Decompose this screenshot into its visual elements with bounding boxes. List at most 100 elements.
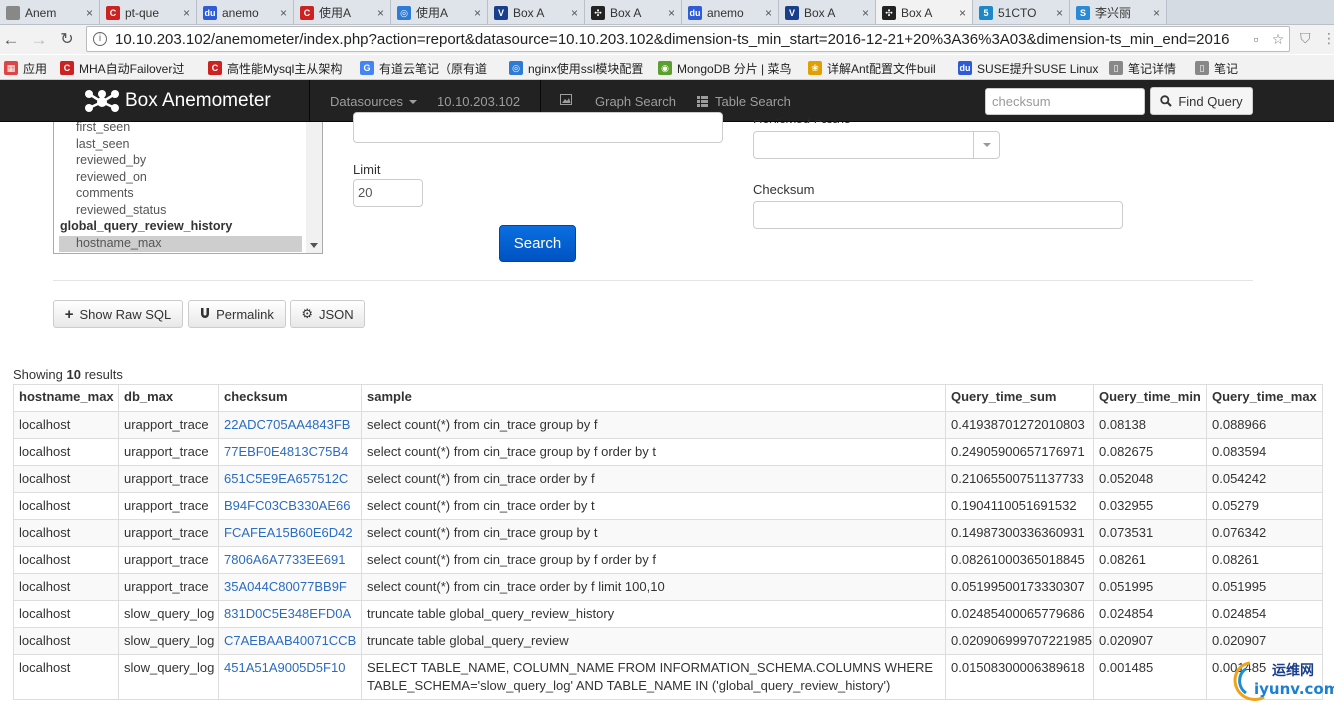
address-bar[interactable]: i 10.10.203.102/anemometer/index.php?act… <box>86 26 1290 52</box>
table-row: localhost slow_query_log C7AEBAAB40071CCB t… <box>13 627 1323 655</box>
close-icon[interactable]: × <box>377 6 384 20</box>
bookmark-item[interactable]: ◎ nginx使用ssl模块配置 <box>509 59 643 77</box>
page-icon[interactable]: ▫ <box>1245 31 1267 47</box>
listbox-scrollbar[interactable] <box>306 122 322 253</box>
list-icon <box>697 96 708 107</box>
browser-tab[interactable]: du anemo × <box>197 0 294 24</box>
close-icon[interactable]: × <box>183 6 190 20</box>
dimensions-listbox[interactable]: first_seen last_seen reviewed_by reviewed_o… <box>53 122 323 254</box>
checksum-link[interactable]: B94FC03CB330AE66 <box>224 498 350 513</box>
table-cell: select count(*) from cin_trace group by … <box>361 546 946 574</box>
show-raw-sql-button[interactable]: + Show Raw SQL <box>53 300 183 328</box>
close-icon[interactable]: × <box>1056 6 1063 20</box>
close-icon[interactable]: × <box>280 6 287 20</box>
checksum-link[interactable]: 22ADC705AA4843FB <box>224 417 350 432</box>
search-button[interactable]: Search <box>499 225 576 262</box>
browser-tab[interactable]: Anem × <box>0 0 100 24</box>
column-header[interactable]: sample <box>361 384 946 412</box>
scroll-down-icon[interactable] <box>310 243 318 248</box>
host-label[interactable]: 10.10.203.102 <box>437 94 520 109</box>
back-icon[interactable]: ← <box>0 29 22 51</box>
close-icon[interactable]: × <box>474 6 481 20</box>
browser-tab[interactable]: V Box A × <box>779 0 876 24</box>
close-icon[interactable]: × <box>1153 6 1160 20</box>
column-header[interactable]: Query_time_min <box>1093 384 1207 412</box>
browser-tab[interactable]: ✣ Box A × <box>876 0 973 24</box>
table-search-link[interactable]: Table Search <box>697 94 791 109</box>
column-header[interactable]: Query_time_sum <box>945 384 1094 412</box>
column-header[interactable]: hostname_max <box>13 384 119 412</box>
checksum-search-input[interactable]: checksum <box>985 88 1145 115</box>
column-header[interactable]: Query_time_max <box>1206 384 1323 412</box>
bookmark-item[interactable]: C 高性能Mysql主从架构 <box>208 59 342 77</box>
browser-tab[interactable]: C 使用A × <box>294 0 391 24</box>
table-cell: 0.032955 <box>1093 492 1207 520</box>
browser-tab[interactable]: ◎ 使用A × <box>391 0 488 24</box>
limit-input[interactable]: 20 <box>353 179 423 207</box>
address-url[interactable]: 10.10.203.102/anemometer/index.php?actio… <box>115 31 1245 48</box>
shield-icon[interactable]: ⛉ <box>1300 30 1311 47</box>
bookmark-item[interactable]: ◉ MongoDB 分片 | 菜鸟 <box>658 59 791 77</box>
picture-icon[interactable] <box>560 94 572 105</box>
listbox-option[interactable]: comments <box>76 186 134 200</box>
permalink-button[interactable]: Permalink <box>188 300 286 328</box>
browser-tab[interactable]: V Box A × <box>488 0 585 24</box>
listbox-option-selected[interactable]: hostname_max <box>76 236 161 250</box>
column-header[interactable]: db_max <box>118 384 219 412</box>
bookmark-item[interactable]: ❀ 详解Ant配置文件buil <box>808 59 936 77</box>
table-row: localhost urapport_trace 651C5E9EA657512C s… <box>13 465 1323 493</box>
checksum-link[interactable]: FCAFEA15B60E6D42 <box>224 525 353 540</box>
checksum-link[interactable]: 7806A6A7733EE691 <box>224 552 345 567</box>
close-icon[interactable]: × <box>571 6 578 20</box>
listbox-option[interactable]: reviewed_status <box>76 203 166 217</box>
menu-icon[interactable]: ⋮ <box>1322 30 1334 47</box>
group-by-input[interactable] <box>353 112 723 143</box>
forward-icon[interactable]: → <box>28 29 50 51</box>
browser-tab[interactable]: du anemo × <box>682 0 779 24</box>
bookmark-item[interactable]: du SUSE提升SUSE Linux <box>958 59 1098 77</box>
bookmark-star-icon[interactable]: ☆ <box>1267 31 1289 48</box>
table-row: localhost urapport_trace 7806A6A7733EE691 s… <box>13 546 1323 574</box>
browser-tab[interactable]: ✣ Box A × <box>585 0 682 24</box>
graph-search-link[interactable]: Graph Search <box>595 94 676 109</box>
tab-favicon-icon: ◎ <box>397 5 411 20</box>
close-icon[interactable]: × <box>86 6 93 20</box>
checksum-link[interactable]: 77EBF0E4813C75B4 <box>224 444 348 459</box>
checksum-link[interactable]: 451A51A9005D5F10 <box>224 660 345 675</box>
bookmark-favicon-icon: ▯ <box>1109 61 1123 75</box>
close-icon[interactable]: × <box>765 6 772 20</box>
reviewed-status-select[interactable] <box>753 131 1000 159</box>
info-icon[interactable]: i <box>93 32 107 46</box>
checksum-link[interactable]: C7AEBAAB40071CCB <box>224 633 356 648</box>
listbox-option[interactable]: reviewed_by <box>76 153 146 167</box>
browser-tab[interactable]: Cpt-que × <box>100 0 197 24</box>
checksum-link[interactable]: 35A044C80077BB9F <box>224 579 347 594</box>
bookmark-item[interactable]: C MHA自动Failover过 <box>60 59 184 77</box>
column-header[interactable]: checksum <box>218 384 362 412</box>
browser-tab[interactable]: 5 51CTO × <box>973 0 1070 24</box>
datasources-dropdown[interactable]: Datasources <box>330 94 417 109</box>
reload-icon[interactable]: ↻ <box>56 29 78 51</box>
table-cell: urapport_trace <box>118 573 219 601</box>
close-icon[interactable]: × <box>959 6 966 20</box>
bookmark-item[interactable]: ▦ 应用 <box>4 59 47 77</box>
browser-tab[interactable]: S 李兴丽 × <box>1070 0 1167 24</box>
close-icon[interactable]: × <box>668 6 675 20</box>
tab-favicon-icon: C <box>300 5 314 20</box>
bookmark-item[interactable]: G 有道云笔记（原有道 <box>360 59 487 77</box>
listbox-option[interactable]: last_seen <box>76 137 130 151</box>
checksum-link[interactable]: 651C5E9EA657512C <box>224 471 348 486</box>
select-toggle[interactable] <box>973 132 999 158</box>
close-icon[interactable]: × <box>862 6 869 20</box>
checksum-input[interactable] <box>753 201 1123 229</box>
bookmark-item[interactable]: ▯ 笔记详情 <box>1109 59 1176 77</box>
find-query-button[interactable]: Find Query <box>1150 87 1253 115</box>
brand[interactable]: Box Anemometer <box>84 89 271 113</box>
box-logo-icon <box>85 90 119 112</box>
table-cell: 0.073531 <box>1093 519 1207 547</box>
listbox-option[interactable]: first_seen <box>76 122 130 134</box>
listbox-option[interactable]: reviewed_on <box>76 170 147 184</box>
checksum-link[interactable]: 831D0C5E348EFD0A <box>224 606 351 621</box>
json-button[interactable]: ⚙ JSON <box>290 300 365 328</box>
bookmark-item[interactable]: ▯ 笔记 <box>1195 59 1238 77</box>
